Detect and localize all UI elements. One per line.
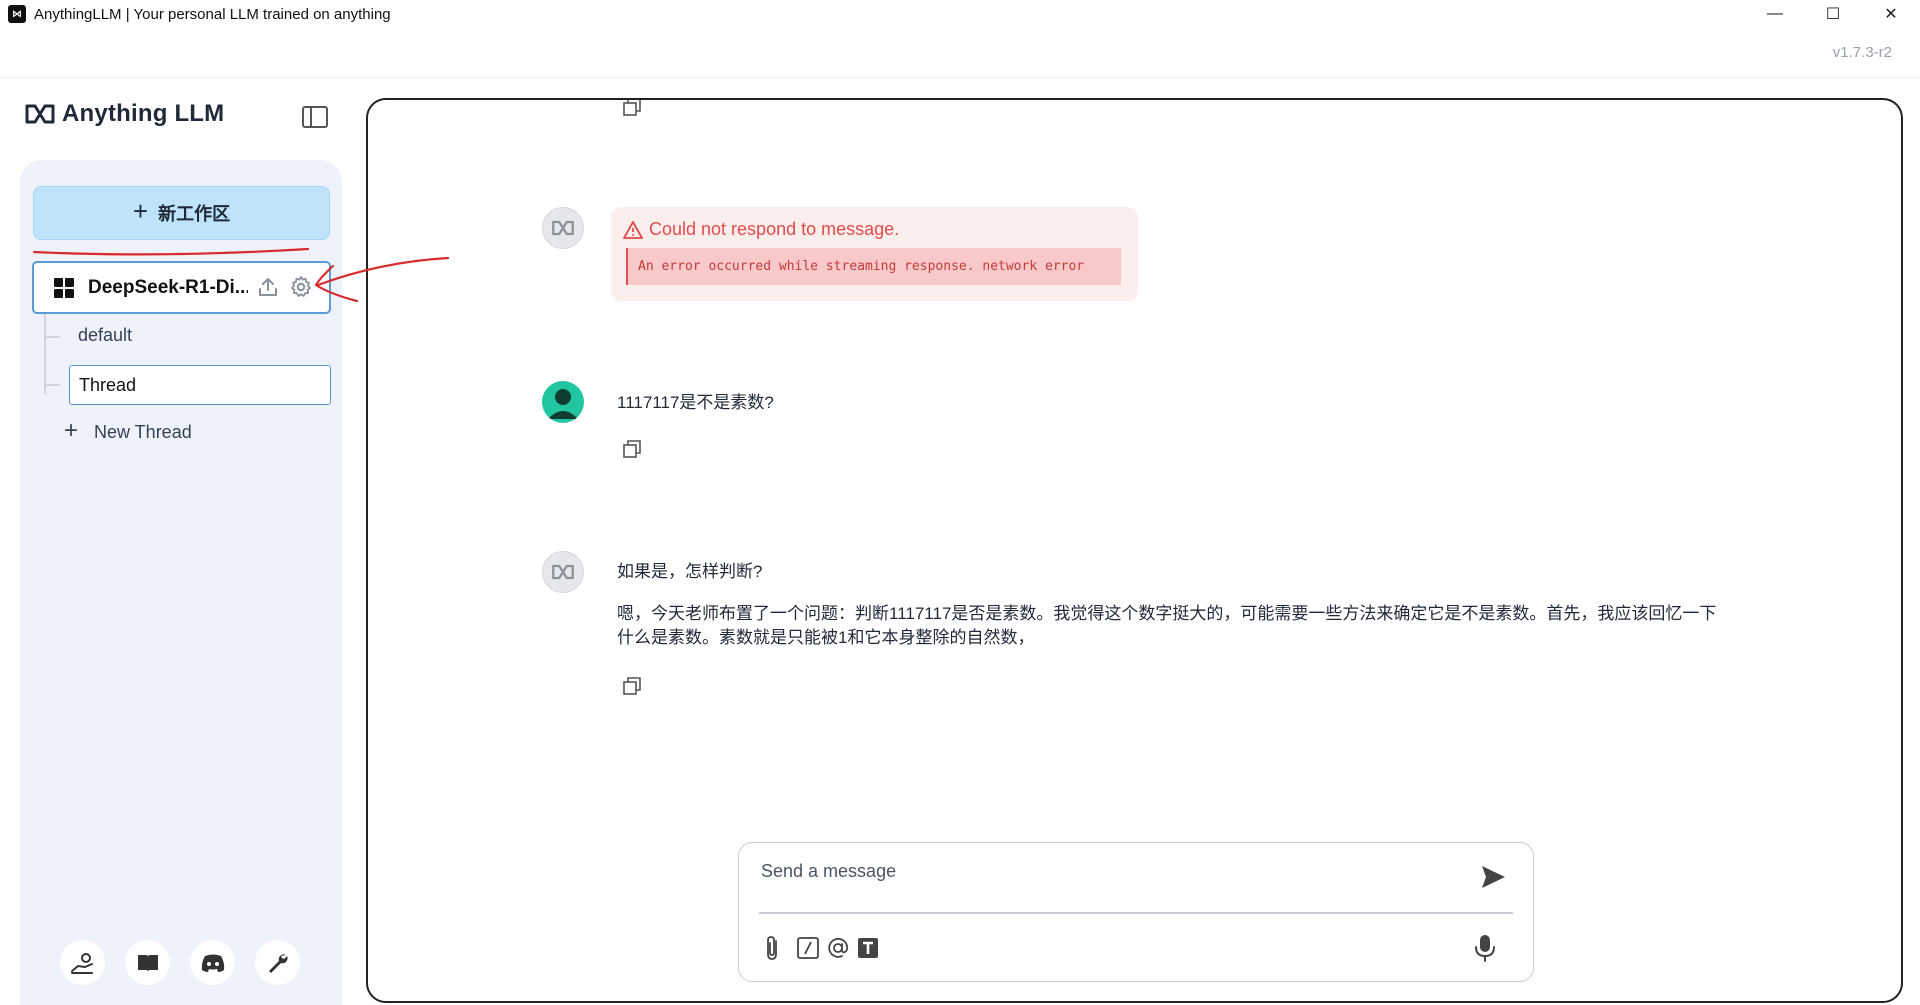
assistant-avatar <box>542 551 584 593</box>
plus-icon: + <box>64 417 79 444</box>
thread-item-default[interactable]: default <box>78 325 132 346</box>
error-detail: An error occurred while streaming respon… <box>626 248 1121 285</box>
workspace-name: DeepSeek-R1-Di... <box>88 276 248 298</box>
brand: Anything LLM <box>24 100 224 128</box>
thread-tree-branch <box>44 336 60 338</box>
text-size-icon[interactable] <box>855 935 881 961</box>
copy-icon[interactable] <box>623 98 641 116</box>
anythingllm-logo-icon <box>552 564 574 580</box>
user-message: 1117117是不是素数? <box>617 393 774 412</box>
copy-icon[interactable] <box>623 440 641 458</box>
version-label: v1.7.3-r2 <box>1832 44 1892 61</box>
close-icon[interactable]: ✕ <box>1862 0 1920 28</box>
error-message: Could not respond to message. An error o… <box>611 207 1138 301</box>
community-hub-icon[interactable] <box>60 940 105 985</box>
minimize-icon[interactable]: — <box>1746 0 1804 28</box>
new-thread-button[interactable]: + New Thread <box>64 417 192 445</box>
message-input[interactable]: Send a message <box>761 861 896 882</box>
anythingllm-logo-icon <box>25 104 55 124</box>
assistant-avatar <box>542 207 584 249</box>
window-titlebar: ⋈ AnythingLLM | Your personal LLM traine… <box>0 0 1920 28</box>
discord-icon[interactable] <box>190 940 235 985</box>
gear-icon[interactable] <box>289 275 313 299</box>
anythingllm-logo-icon <box>552 220 574 236</box>
brand-name: Anything LLM <box>62 100 225 127</box>
new-workspace-label: 新工作区 <box>158 204 231 224</box>
window-title: AnythingLLM | Your personal LLM trained … <box>34 5 391 23</box>
error-title-text: Could not respond to message. <box>649 219 900 239</box>
upload-icon[interactable] <box>257 276 279 298</box>
copy-icon[interactable] <box>623 677 641 695</box>
user-icon <box>548 389 578 419</box>
warning-icon <box>623 220 643 239</box>
plus-icon: + <box>132 196 149 226</box>
thread-item-thread[interactable]: Thread <box>69 365 331 405</box>
microphone-icon[interactable] <box>1473 933 1497 963</box>
slash-command-icon[interactable] <box>795 935 821 961</box>
docs-book-icon[interactable] <box>125 940 170 985</box>
send-icon[interactable] <box>1479 863 1507 891</box>
composer-divider <box>759 912 1513 914</box>
sidebar-toggle-icon[interactable] <box>302 106 328 128</box>
thread-tree-line <box>44 314 46 394</box>
attach-icon[interactable] <box>759 935 785 961</box>
thread-tree-branch <box>44 384 60 386</box>
maximize-icon[interactable]: ☐ <box>1804 0 1862 28</box>
new-workspace-button[interactable]: + 新工作区 <box>33 186 330 240</box>
assistant-message-line1: 如果是，怎样判断? <box>617 562 763 581</box>
user-avatar <box>542 381 584 423</box>
at-mention-icon[interactable] <box>825 935 851 961</box>
new-thread-label: New Thread <box>94 422 192 442</box>
settings-wrench-icon[interactable] <box>255 940 300 985</box>
assistant-message-body: 嗯，今天老师布置了一个问题：判断1117117是否是素数。我觉得这个数字挺大的，… <box>617 604 1717 647</box>
error-title: Could not respond to message. <box>623 219 899 240</box>
workspace-item[interactable]: DeepSeek-R1-Di... <box>32 261 331 314</box>
sidebar-footer <box>60 940 300 985</box>
workspace-grid-icon <box>54 277 74 298</box>
sidebar: + 新工作区 DeepSeek-R1-Di... default Thread … <box>20 160 342 1005</box>
message-composer: Send a message <box>738 842 1534 982</box>
anythingllm-logo-icon: ⋈ <box>8 5 26 23</box>
chat-panel: Could not respond to message. An error o… <box>366 98 1903 1003</box>
top-bar: v1.7.3-r2 <box>0 28 1920 78</box>
